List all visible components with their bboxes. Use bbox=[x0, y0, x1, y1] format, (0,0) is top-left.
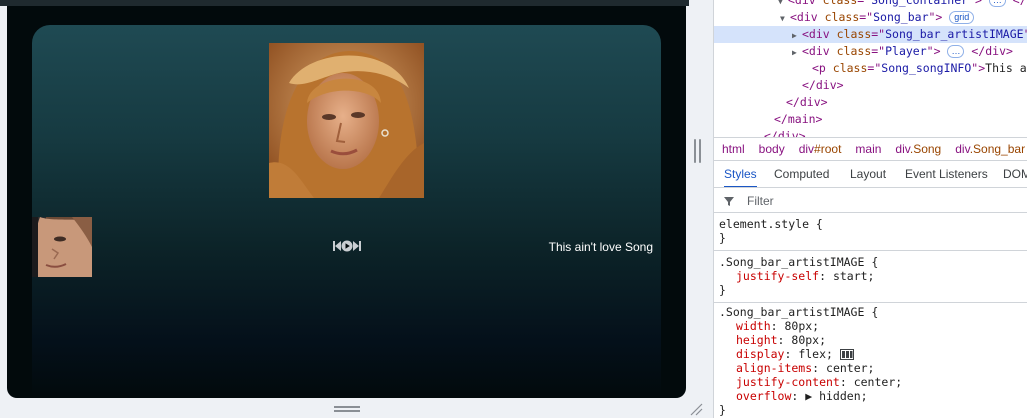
dom-node-line[interactable]: ▶ <div class="Player"> … </div> bbox=[714, 43, 1027, 60]
song-bar: This ain't love Song bbox=[32, 216, 661, 278]
collapse-triangle-icon[interactable]: ▼ bbox=[780, 10, 790, 27]
song-info-text: This ain't love Song bbox=[548, 240, 653, 254]
song-page: This ain't love Song bbox=[7, 6, 686, 398]
rule2-selector[interactable]: .Song_bar_artistIMAGE { bbox=[719, 305, 878, 319]
breadcrumb-item[interactable]: body bbox=[759, 142, 785, 156]
skip-forward-icon bbox=[353, 241, 361, 251]
css-property[interactable]: width: 80px; bbox=[736, 319, 819, 333]
expand-triangle-icon[interactable]: ▶ bbox=[792, 44, 802, 61]
breadcrumb-item[interactable]: html bbox=[722, 142, 745, 156]
tab-dom[interactable]: DOM bbox=[1003, 161, 1027, 187]
css-property[interactable]: justify-content: center; bbox=[736, 375, 902, 389]
style-rules: element.style { } .Song_bar_artistIMAGE … bbox=[714, 214, 1027, 418]
song-bar-artist-image[interactable] bbox=[32, 217, 92, 277]
rule1-selector[interactable]: .Song_bar_artistIMAGE { bbox=[719, 255, 878, 269]
play-icon bbox=[341, 240, 353, 252]
panel-splitter[interactable] bbox=[689, 0, 713, 418]
css-property[interactable]: overflow: ▶ hidden; bbox=[736, 389, 868, 403]
dom-node-line[interactable]: </div> bbox=[714, 128, 1027, 137]
breadcrumb-item[interactable]: main bbox=[855, 142, 881, 156]
css-property[interactable]: height: 80px; bbox=[736, 333, 826, 347]
tab-computed[interactable]: Computed bbox=[774, 161, 829, 187]
breadcrumb-item[interactable]: div#root bbox=[799, 142, 842, 156]
dom-node-line[interactable]: <p class="Song_songINFO">This ain't bbox=[714, 60, 1027, 77]
breadcrumb-item[interactable]: div.Song bbox=[895, 142, 941, 156]
splitter-grip-icon[interactable] bbox=[694, 139, 702, 163]
resize-corner-icon[interactable] bbox=[689, 402, 703, 416]
breadcrumb-item[interactable]: div.Song_bar bbox=[955, 142, 1025, 156]
elements-dom-tree: ⋯ ▼<div class="Song_container"> … </div>… bbox=[714, 0, 1027, 137]
breadcrumb: html body div#root main div.Song div.Song_bar bbox=[714, 137, 1027, 161]
page-viewport: This ain't love Song bbox=[0, 0, 689, 418]
player-controls[interactable] bbox=[332, 237, 362, 255]
dom-node-line[interactable]: </div> bbox=[714, 77, 1027, 94]
song-container bbox=[32, 25, 661, 398]
rule-close: } bbox=[719, 403, 726, 417]
dom-node-line[interactable]: ▼<div class="Song_container"> … </div> bbox=[714, 0, 1027, 9]
dom-node-line[interactable]: ▼ <div class="Song_bar"> grid bbox=[714, 9, 1027, 26]
devtools-panel: ⋯ ▼<div class="Song_container"> … </div>… bbox=[713, 0, 1027, 418]
rule-close: } bbox=[719, 231, 726, 245]
css-property[interactable]: align-items: center; bbox=[736, 361, 874, 375]
sidebar-tabs: Styles Computed Layout Event Listeners DOM bbox=[714, 161, 1027, 188]
ellipsis-badge[interactable]: … bbox=[988, 0, 1006, 7]
grid-badge[interactable]: grid bbox=[949, 11, 975, 24]
dom-node-line[interactable]: </div> bbox=[714, 94, 1027, 111]
styles-filter[interactable]: Filter bbox=[714, 189, 1027, 213]
viewport-resize-grip[interactable] bbox=[334, 406, 360, 412]
skip-back-icon bbox=[333, 241, 341, 251]
rule-close: } bbox=[719, 283, 726, 297]
tab-event-listeners[interactable]: Event Listeners bbox=[905, 161, 988, 187]
filter-icon bbox=[724, 197, 734, 206]
css-property[interactable]: justify-self: start; bbox=[736, 269, 874, 283]
screen: This ain't love Song ⋯ ▼<div class="Song… bbox=[0, 0, 1027, 418]
artist-cover-image bbox=[269, 43, 424, 198]
ellipsis-badge[interactable]: … bbox=[947, 45, 965, 58]
tab-layout[interactable]: Layout bbox=[850, 161, 886, 187]
css-property[interactable]: display: flex; bbox=[736, 347, 854, 361]
tab-styles[interactable]: Styles bbox=[724, 161, 757, 187]
dom-node-line[interactable]: </main> bbox=[714, 111, 1027, 128]
filter-input[interactable]: Filter bbox=[747, 194, 774, 208]
dom-node-line[interactable]: ▶<div class="Song_bar_artistIMAGE"> bbox=[714, 26, 1027, 43]
expand-triangle-icon[interactable]: ▶ bbox=[792, 27, 802, 44]
flexbox-editor-icon[interactable] bbox=[839, 349, 854, 360]
element-style-selector[interactable]: element.style { bbox=[719, 217, 823, 231]
